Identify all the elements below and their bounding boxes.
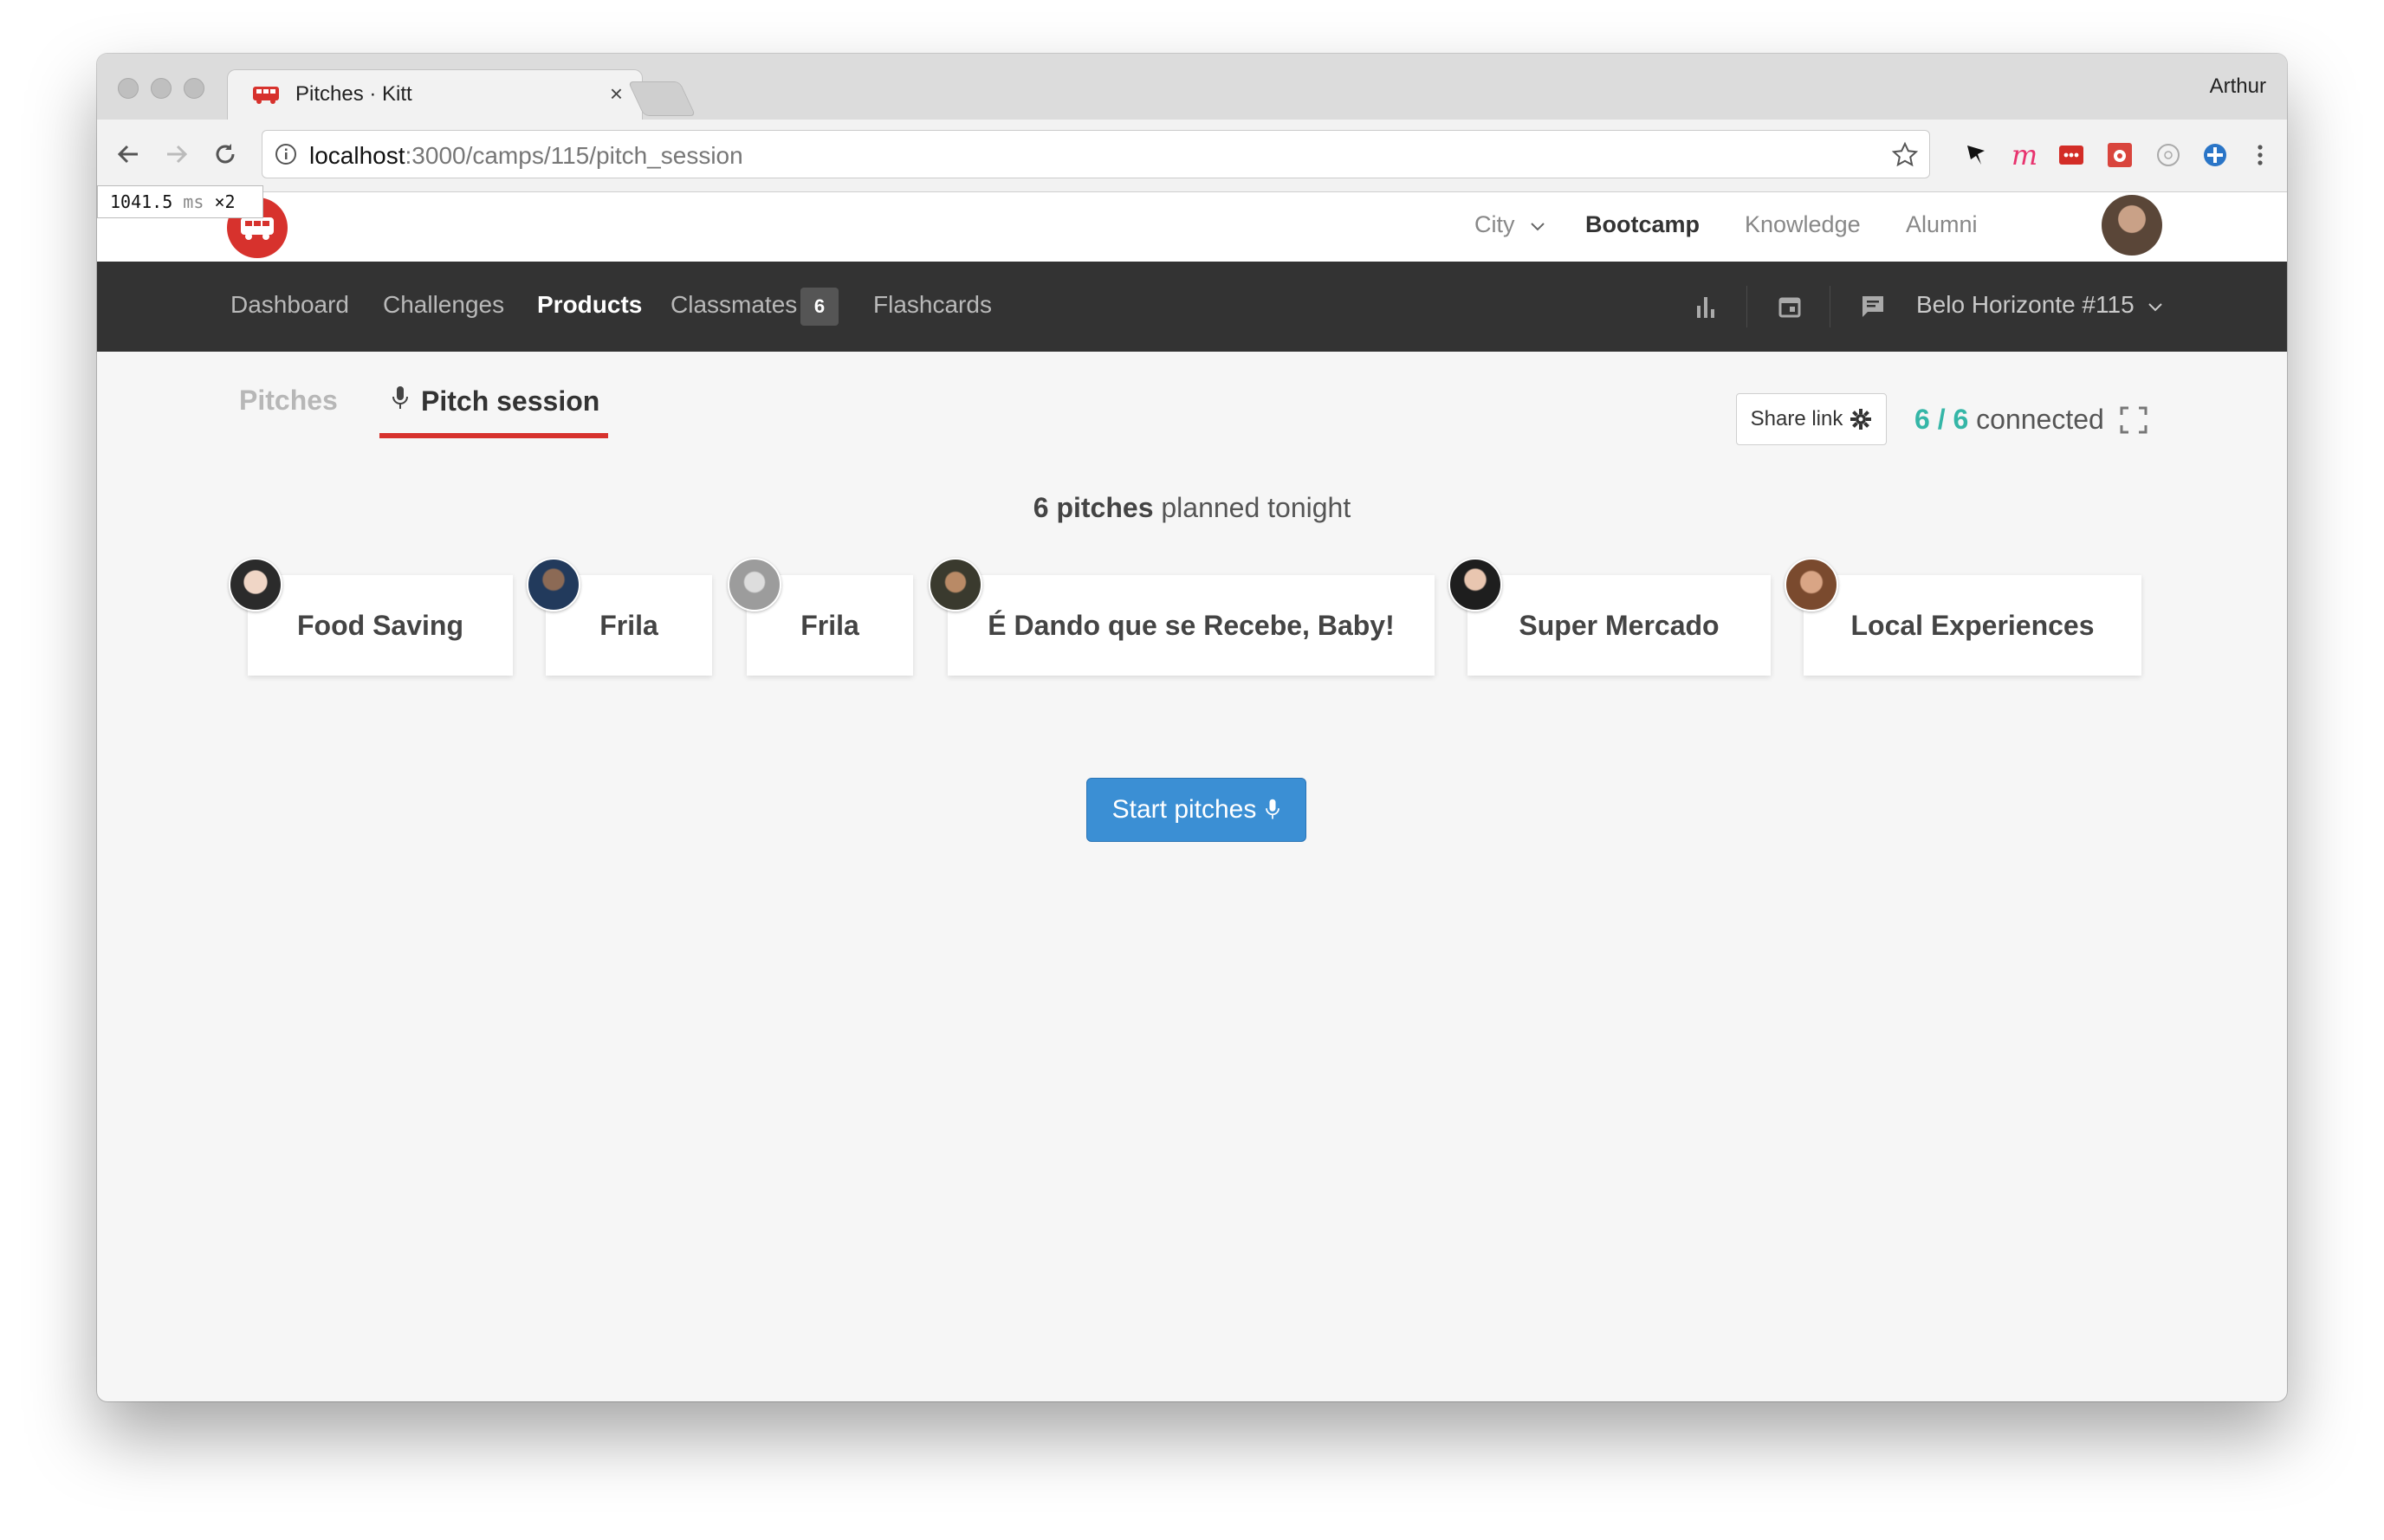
extension-ninja-icon[interactable]	[1961, 140, 1991, 170]
nav-alumni[interactable]: Alumni	[1906, 211, 1978, 238]
tab-strip: Pitches · Kitt × Arthur	[97, 54, 2287, 120]
pitch-author-avatar	[527, 558, 580, 611]
browser-toolbar: localhost:3000/camps/115/pitch_session m	[97, 120, 2287, 192]
pitch-card[interactable]: Food Saving	[248, 575, 513, 676]
star-icon[interactable]	[1891, 141, 1919, 169]
chat-icon[interactable]	[1856, 289, 1890, 324]
address-bar[interactable]: localhost:3000/camps/115/pitch_session	[262, 130, 1930, 178]
bus-favicon-icon	[253, 87, 279, 104]
start-pitches-button[interactable]: Start pitches	[1086, 778, 1306, 842]
app-header: City Bootcamp Knowledge Alumni	[97, 192, 2287, 262]
back-arrow-icon[interactable]	[111, 137, 146, 171]
nav-bootcamp[interactable]: Bootcamp	[1585, 211, 1700, 238]
microphone-icon	[392, 386, 408, 409]
fullscreen-icon[interactable]	[2119, 405, 2148, 435]
perf-timing-badge: 1041.5 ms ×2	[97, 185, 263, 218]
pitch-author-avatar	[728, 558, 781, 611]
tab-title: Pitches · Kitt	[295, 82, 412, 106]
subtab-pitch-session[interactable]: Pitch session	[392, 385, 599, 417]
tab-flashcards[interactable]: Flashcards	[873, 291, 992, 319]
info-icon[interactable]	[275, 143, 297, 165]
pitch-author-avatar	[1785, 558, 1838, 611]
minimize-window-button[interactable]	[151, 78, 172, 99]
share-link-button[interactable]: Share link	[1736, 393, 1887, 445]
pitch-author-avatar	[229, 558, 282, 611]
tab-products[interactable]: Products	[537, 291, 642, 319]
active-tab-underline	[379, 433, 608, 438]
pitch-card[interactable]: Super Mercado	[1467, 575, 1771, 676]
pitch-card[interactable]: É Dando que se Recebe, Baby!	[948, 575, 1435, 676]
close-window-button[interactable]	[118, 78, 139, 99]
user-avatar[interactable]	[2102, 195, 2162, 256]
forward-arrow-icon[interactable]	[159, 137, 194, 171]
pitch-card[interactable]: Local Experiences	[1804, 575, 2141, 676]
pitch-author-avatar	[1448, 558, 1502, 611]
extension-bug-icon[interactable]	[2105, 140, 2135, 170]
chevron-down-icon	[2148, 303, 2163, 312]
section-navbar: Dashboard Challenges Products Classmates…	[97, 262, 2287, 352]
url-text: localhost:3000/camps/115/pitch_session	[309, 142, 743, 169]
pitch-author-avatar	[929, 558, 982, 611]
camp-selector[interactable]: Belo Horizonte #115	[1916, 291, 2163, 319]
navbar-divider	[1746, 286, 1747, 327]
gear-icon	[1850, 409, 1872, 430]
browser-tab[interactable]: Pitches · Kitt ×	[227, 69, 643, 120]
tab-dashboard[interactable]: Dashboard	[230, 291, 349, 319]
browser-menu-icon[interactable]	[2245, 140, 2275, 170]
extension-m-icon[interactable]: m	[2010, 139, 2039, 171]
chevron-down-icon	[1531, 223, 1545, 231]
tab-classmates[interactable]: Classmates	[670, 291, 797, 319]
tab-close-icon[interactable]: ×	[610, 81, 623, 107]
calendar-icon[interactable]	[1772, 289, 1807, 324]
nav-knowledge[interactable]: Knowledge	[1745, 211, 1861, 238]
tab-challenges[interactable]: Challenges	[383, 291, 504, 319]
subtab-pitches[interactable]: Pitches	[239, 385, 338, 417]
zoom-window-button[interactable]	[184, 78, 204, 99]
browser-window: Pitches · Kitt × Arthur localhost:3000/c…	[97, 54, 2287, 1401]
connected-status: 6 / 6 connected	[1914, 404, 2104, 435]
nav-city[interactable]: City	[1474, 211, 1545, 238]
extension-blue-icon[interactable]	[2200, 140, 2230, 170]
classmates-count-badge: 6	[800, 288, 839, 326]
profile-name[interactable]: Arthur	[2210, 74, 2266, 99]
extension-lastpass-icon[interactable]	[2057, 140, 2086, 170]
pitches-summary: 6 pitches planned tonight	[1033, 492, 1351, 523]
extension-circle-icon[interactable]	[2154, 140, 2183, 170]
microphone-icon	[1266, 799, 1280, 819]
bar-chart-icon[interactable]	[1689, 289, 1724, 324]
reload-icon[interactable]	[208, 137, 243, 171]
